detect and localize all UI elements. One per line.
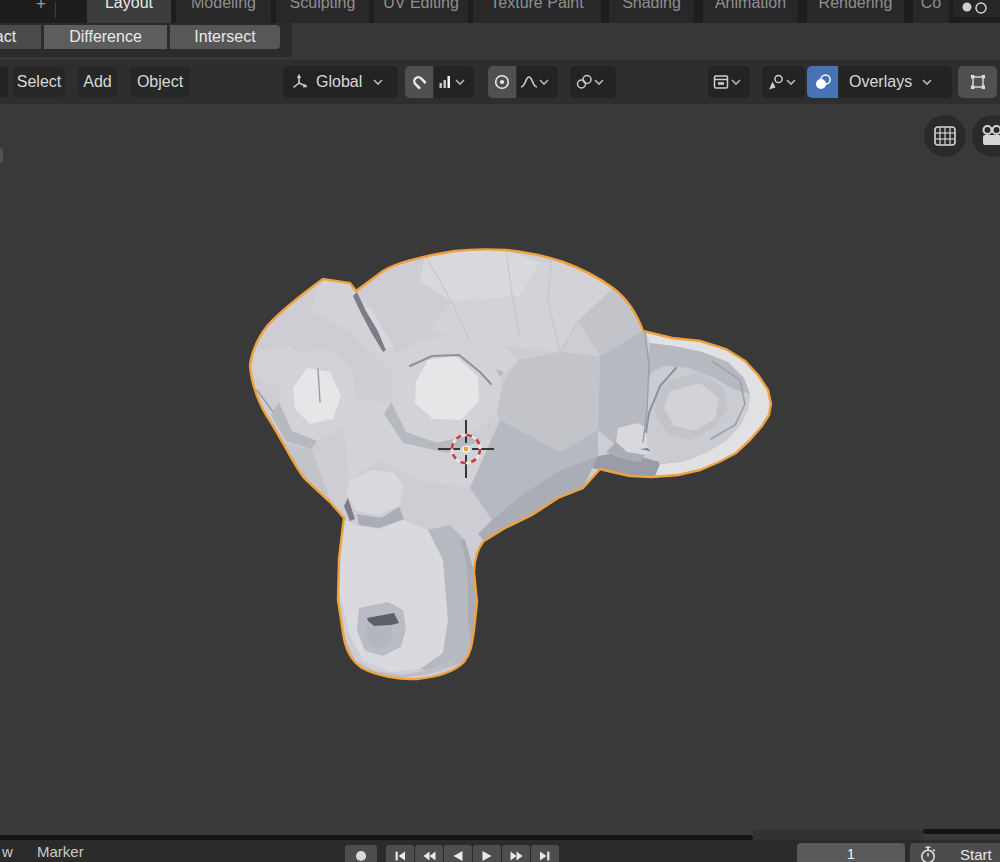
select-menu[interactable]: Select [13,67,65,97]
3d-cursor [438,420,494,478]
chevron-down-icon [785,78,797,86]
grid-icon [932,124,958,148]
overlays-dropdown[interactable]: Overlays [839,66,952,98]
add-menu[interactable]: Add [78,67,117,97]
snap-target-dropdown[interactable] [434,66,474,98]
orientation-value: Global [316,73,362,91]
scene-selector[interactable] [953,0,1000,17]
chevron-down-icon [372,78,384,86]
view-object-types-dropdown[interactable] [708,66,750,98]
start-frame-field[interactable]: Start [910,843,1000,862]
xray-icon [968,72,988,92]
jump-to-start-button[interactable] [386,845,414,862]
add-workspace-button[interactable]: + [36,0,46,12]
transform-orientation-dropdown[interactable]: Global [283,66,398,98]
play-icon [480,849,494,862]
camera-view-button[interactable] [972,115,1000,157]
tab-shading[interactable]: Shading [609,0,694,23]
topbar-separator [55,2,56,18]
next-keyframe-button[interactable] [502,845,530,862]
chevron-down-icon [454,78,466,86]
falloff-curve-icon [520,73,538,91]
xray-toggle[interactable] [958,66,997,98]
snap-increment-icon [438,74,454,90]
overlays-label: Overlays [849,73,912,91]
boolean-options-popover: act Difference Intersect [0,23,292,57]
marker-menu[interactable]: Marker [37,843,84,861]
proportional-editing-toggle[interactable] [488,66,516,98]
orthographic-toggle-button[interactable] [924,115,966,157]
tab-animation[interactable]: Animation [703,0,798,23]
gizmo-icon [766,73,785,91]
editor-gap [753,830,923,840]
tab-uv-editing[interactable]: UV Editing [374,0,468,23]
magnet-icon [410,73,428,91]
tab-layout[interactable]: Layout [87,0,171,23]
tool-strip: act Difference Intersect [0,23,1000,60]
overlays-icon [814,73,832,91]
start-label: Start [960,846,992,862]
timeline-header: w Marker [0,840,1000,862]
next-keyframe-icon [509,849,524,862]
object-types-icon [712,73,730,91]
stopwatch-icon [918,845,938,862]
suzanne-mesh[interactable] [250,249,771,679]
tab-sculpting[interactable]: Sculpting [276,0,369,23]
pivot-point-dropdown[interactable] [570,66,616,98]
chevron-down-icon [593,78,605,86]
editor-border-right[interactable] [923,829,1000,834]
proportional-circle-icon [493,73,511,91]
tab-modeling[interactable]: Modeling [176,0,271,23]
auto-keyframe-button[interactable] [345,845,377,862]
snap-toggle[interactable] [405,66,433,98]
tab-compositing[interactable]: Co [913,0,949,23]
jump-to-end-button[interactable] [531,845,559,862]
chevron-down-icon [730,78,742,86]
boolean-option-difference[interactable]: Difference [44,25,167,49]
play-reverse-button[interactable] [444,845,472,862]
jump-end-icon [538,849,552,862]
toolbar-edge-nub[interactable] [0,148,3,163]
previous-keyframe-button[interactable] [415,845,443,862]
proportional-falloff-dropdown[interactable] [517,66,558,98]
camera-icon [978,123,1000,149]
jump-start-icon [393,849,407,862]
chevron-down-icon [538,78,550,86]
boolean-option-intersect[interactable]: Intersect [170,25,280,49]
pivot-icon [575,73,593,91]
play-button[interactable] [473,845,501,862]
scene-icon [953,0,1000,17]
frame-value: 1 [797,846,905,862]
tab-texture-paint[interactable]: Texture Paint [473,0,601,23]
chevron-down-icon [921,78,933,86]
prev-keyframe-icon [422,849,437,862]
viewport-header: Select Add Object Global [0,60,1000,104]
object-menu[interactable]: Object [130,67,190,97]
current-frame-field[interactable]: 1 [797,843,905,862]
blender-window: + Layout Modeling Sculpting UV Editing T… [0,0,1000,862]
play-reverse-icon [451,849,465,862]
selection-outline [250,249,771,679]
boolean-option-exact[interactable]: act [0,25,41,49]
tab-rendering[interactable]: Rendering [807,0,904,23]
record-icon [354,849,368,862]
viewport-3d [0,0,1000,862]
overlays-toggle[interactable] [807,66,838,98]
orientation-axis-icon [290,73,308,91]
topbar: + Layout Modeling Sculpting UV Editing T… [0,0,1000,23]
editor-type-selector[interactable] [0,67,8,97]
view-menu[interactable]: w [2,843,13,861]
show-gizmo-dropdown[interactable] [762,66,805,98]
